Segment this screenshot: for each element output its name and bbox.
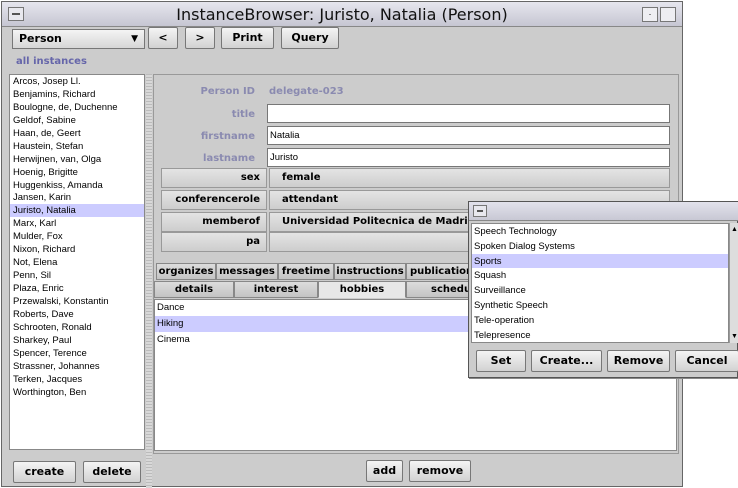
value-picker-item[interactable]: Surveillance [472,283,728,298]
instance-list-item[interactable]: Benjamins, Richard [10,88,144,101]
value-picker-item[interactable]: Telepresence [472,328,728,342]
instance-list-item[interactable]: Strassner, Johannes [10,360,144,373]
value-picker-item[interactable]: Squash [472,268,728,283]
create-value-button[interactable]: Create... [531,350,602,372]
add-hobby-button[interactable]: add [366,460,403,482]
tab-details[interactable]: details [154,281,234,298]
instance-list-item[interactable]: Juristo, Natalia [10,204,144,218]
class-selector[interactable]: Person ▼ [12,29,145,49]
person-id-value: delegate-023 [269,86,344,97]
title-bar[interactable]: InstanceBrowser: Juristo, Natalia (Perso… [2,2,682,27]
create-instance-button[interactable]: create [13,461,76,483]
instance-list-item[interactable]: Mulder, Fox [10,230,144,243]
tab-organizes[interactable]: organizes [156,263,216,280]
tab-schedule[interactable]: schedule [406,281,476,298]
instance-list-item[interactable]: Arcos, Josep Ll. [10,75,144,88]
tab-freetime[interactable]: freetime [278,263,334,280]
instance-list-item[interactable]: Not, Elena [10,256,144,269]
instance-list-item[interactable]: Spencer, Terence [10,347,144,360]
remove-hobby-button[interactable]: remove [409,460,471,482]
class-selector-value: Person [19,32,62,45]
title-field[interactable] [267,104,670,123]
instance-list-item[interactable]: Geldof, Sabine [10,114,144,127]
person-id-label: Person ID [200,86,256,97]
value-picker-item[interactable]: Speech Technology [472,224,728,239]
scroll-down-icon[interactable]: ▼ [731,333,738,340]
instance-list-item[interactable]: Plaza, Enric [10,282,144,295]
print-button[interactable]: Print [221,27,274,49]
tab-publications[interactable]: publications [406,263,476,280]
tab-hobbies[interactable]: hobbies [318,281,406,298]
dialog-title-bar[interactable] [469,202,738,221]
instance-list-item[interactable]: Herwijnen, van, Olga [10,153,144,166]
firstname-label: firstname [200,131,255,142]
value-picker-item[interactable]: Spoken Dialog Systems [472,239,728,254]
instance-list-item[interactable]: Schrooten, Ronald [10,321,144,334]
sex-value[interactable]: female [269,168,670,188]
tab-instructions[interactable]: instructions [334,263,406,280]
tab-interest[interactable]: interest [234,281,318,298]
window-title: InstanceBrowser: Juristo, Natalia (Perso… [176,5,508,24]
remove-value-button[interactable]: Remove [607,350,670,372]
instance-list-item[interactable]: Haan, de, Geert [10,127,144,140]
instance-list[interactable]: Arcos, Josep Ll. Benjamins, Richard Boulog… [9,74,145,450]
instance-filter-label: all instances [16,56,87,67]
instance-list-item[interactable]: Huggenkiss, Amanda [10,179,144,192]
query-button[interactable]: Query [281,27,339,49]
value-picker-item[interactable]: Tele-operation [472,313,728,328]
instance-list-item[interactable]: Worthington, Ben [10,386,144,399]
firstname-field[interactable]: Natalia [267,126,670,145]
splitter-handle[interactable] [146,74,152,488]
lastname-field[interactable]: Juristo [267,148,670,167]
instance-list-item[interactable]: Penn, Sil [10,269,144,282]
instance-list-item[interactable]: Boulogne, de, Duchenne [10,101,144,114]
maximize-button[interactable] [660,7,676,22]
chevron-down-icon: ▼ [131,34,138,44]
instance-list-item[interactable]: Sharkey, Paul [10,334,144,347]
instance-list-item[interactable]: Terken, Jacques [10,373,144,386]
next-button[interactable]: > [185,27,215,49]
memberof-label: memberof [161,212,267,232]
instance-list-item[interactable]: Marx, Karl [10,217,144,230]
delete-instance-button[interactable]: delete [83,461,141,483]
conferencerole-label: conferencerole [161,190,267,210]
value-picker-dialog: Speech Technology Spoken Dialog Systems Sp… [468,201,738,378]
sex-label: sex [161,168,267,188]
value-picker-scrollbar[interactable]: ▲ ▼ [729,223,738,343]
instance-list-item[interactable]: Jansen, Karin [10,191,144,204]
instance-list-item[interactable]: Przewalski, Konstantin [10,295,144,308]
pa-label: pa [161,232,267,252]
previous-button[interactable]: < [148,27,178,49]
value-picker-item[interactable]: Synthetic Speech [472,298,728,313]
set-button[interactable]: Set [476,350,526,372]
instance-list-item[interactable]: Haustein, Stefan [10,140,144,153]
tab-messages[interactable]: messages [216,263,278,280]
lastname-label: lastname [203,153,255,164]
title-label: title [231,109,255,120]
instance-list-item[interactable]: Roberts, Dave [10,308,144,321]
scroll-up-icon[interactable]: ▲ [731,226,738,233]
instance-list-item[interactable]: Nixon, Richard [10,243,144,256]
minimize-button[interactable]: · [642,7,658,22]
cancel-button[interactable]: Cancel [675,350,738,372]
value-picker-item[interactable]: Sports [472,253,728,269]
value-picker-list[interactable]: Speech Technology Spoken Dialog Systems Sp… [471,223,729,343]
window-menu-icon[interactable] [473,205,487,217]
instance-list-item[interactable]: Hoenig, Brigitte [10,166,144,179]
